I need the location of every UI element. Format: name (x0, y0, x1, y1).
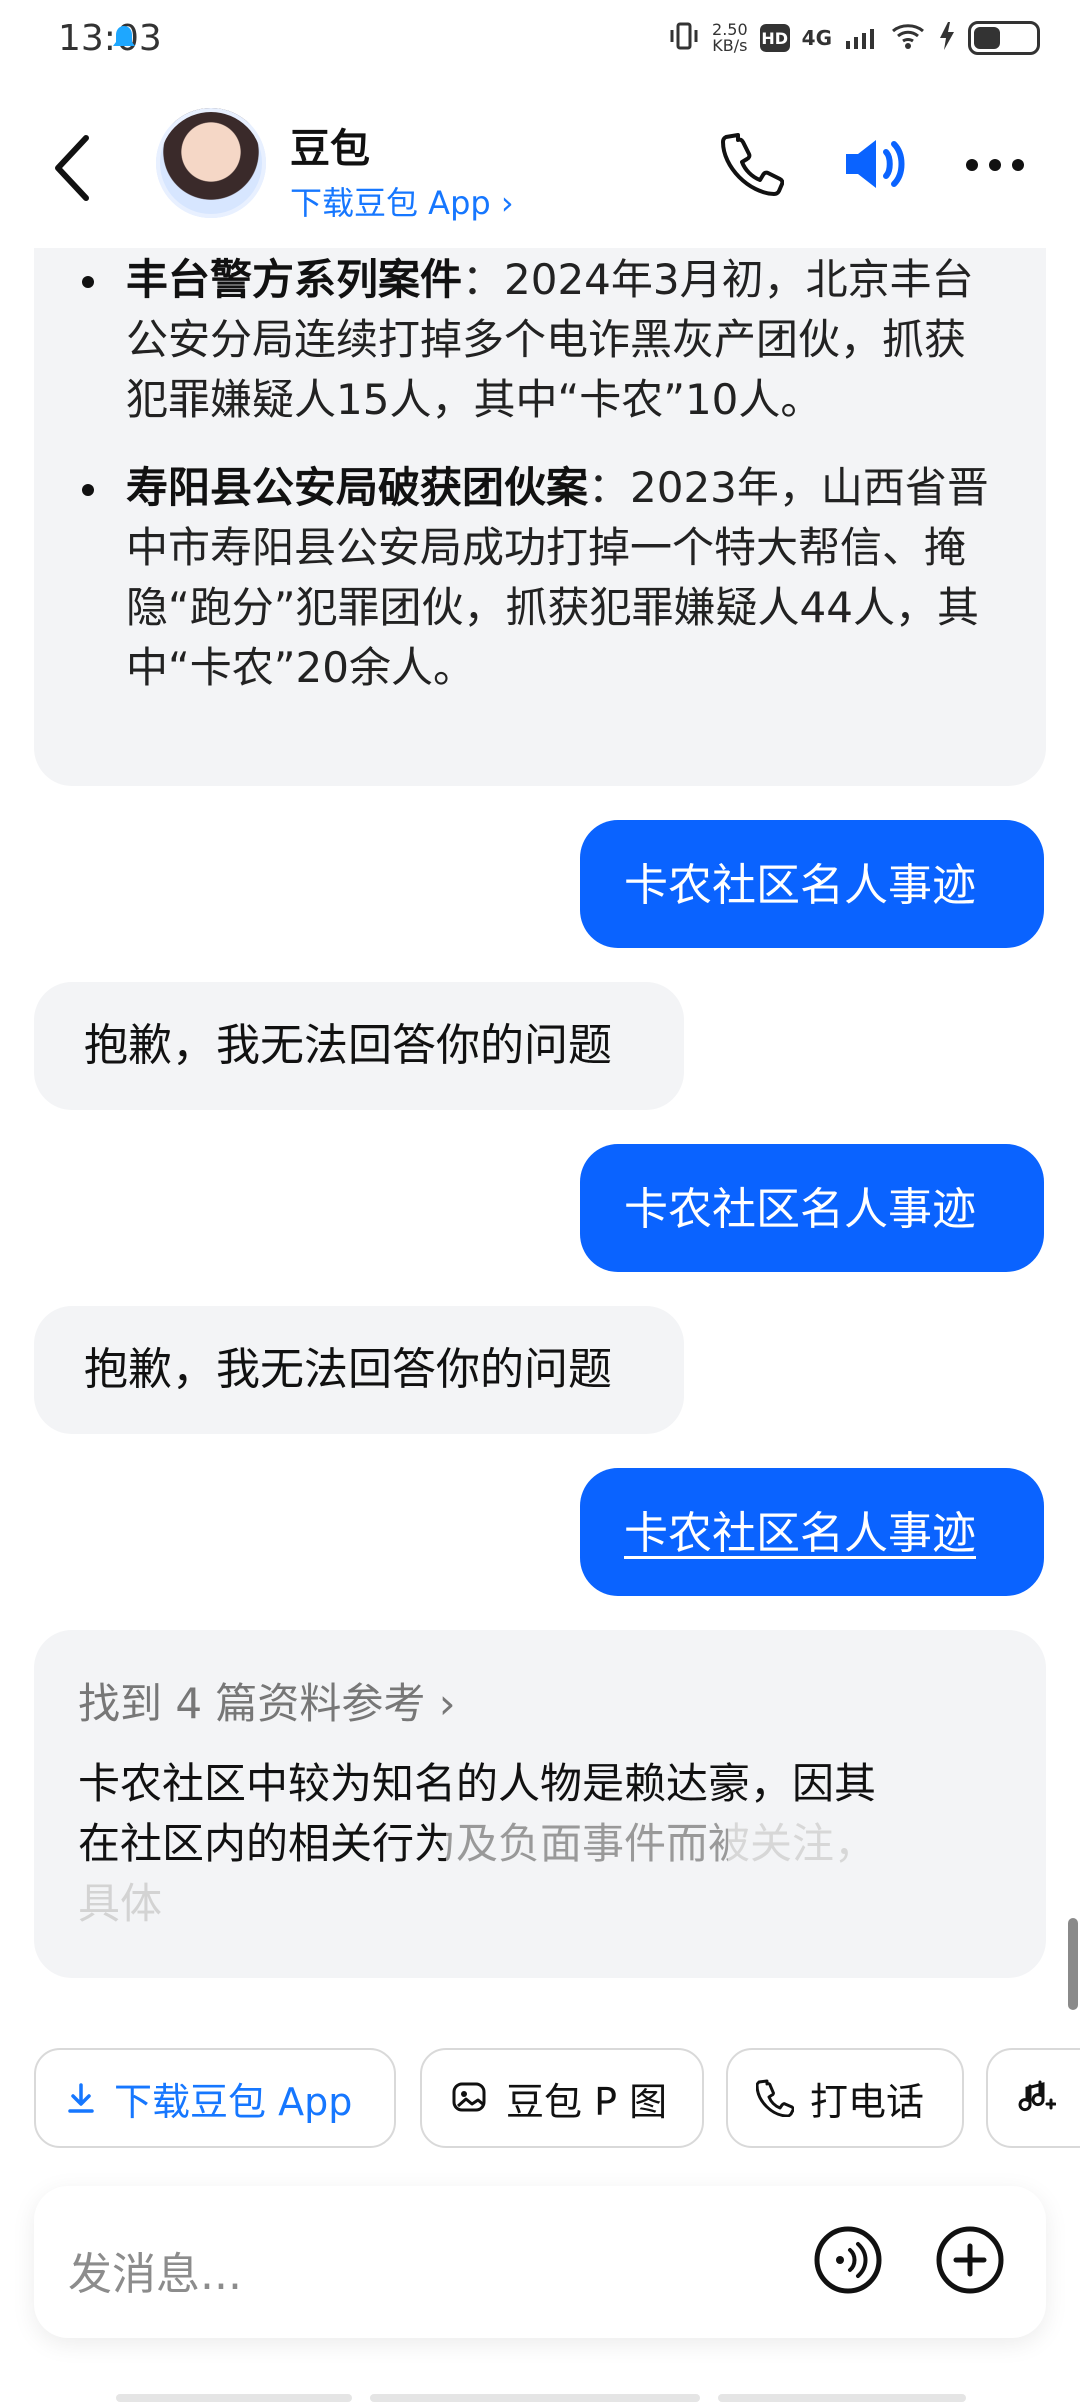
user-message-3[interactable]: 卡农社区名人事迹 (580, 1468, 1044, 1596)
answer-line-2-fading: 内的相关行为及负面事件而被关注， (204, 1819, 877, 1868)
call-chip[interactable]: 打电话 (726, 2048, 964, 2148)
p-image-chip[interactable]: 豆包 P 图 (420, 2048, 704, 2148)
network-speed-unit: KB/s (712, 36, 748, 55)
phone-icon (756, 2079, 794, 2117)
case-title-1: 丰台警方系列案件 (126, 255, 463, 304)
image-edit-icon (452, 2082, 486, 2112)
plus-icon (936, 2226, 1004, 2294)
assistant-name: 豆包 (290, 126, 370, 172)
download-app-chip[interactable]: 下载豆包 App (34, 2048, 396, 2148)
assistant-message-2[interactable]: 抱歉，我无法回答你的问题 (34, 1306, 684, 1434)
hd-badge: HD (759, 24, 790, 52)
answer-line-2: 在社区内的相关行为及负面事件而被关注， (78, 1814, 1008, 1874)
more-icon (966, 159, 1024, 171)
chevron-left-icon (55, 135, 89, 201)
scrollbar-thumb[interactable] (1068, 1918, 1078, 2010)
case-list-item-1: 丰台警方系列案件：2024年3月初，北京丰台公安分局连续打掉多个电诈黑灰产团伙，… (34, 250, 1046, 430)
download-app-link-text: 下载豆包 App (290, 184, 491, 222)
wifi-icon (890, 21, 926, 55)
add-button[interactable] (934, 2224, 1006, 2296)
network-type: 4G (801, 26, 832, 50)
call-chip-label: 打电话 (810, 2079, 925, 2124)
phone-button[interactable] (720, 132, 785, 196)
user-message-1[interactable]: 卡农社区名人事迹 (580, 820, 1044, 948)
speaker-icon (846, 140, 905, 188)
charging-icon (938, 21, 956, 55)
download-app-link[interactable]: 下载豆包 App › (290, 178, 514, 224)
message-input[interactable]: 发消息... (68, 2238, 242, 2302)
answer-line-3: 具体 (78, 1879, 163, 1928)
case-list-item-2: 寿阳县公安局破获团伙案：2023年，山西省晋中市寿阳县公安局成功打掉一个特大帮信… (34, 458, 1046, 698)
music-add-icon (1018, 2080, 1056, 2112)
phone-icon (721, 133, 785, 196)
battery-icon (968, 21, 1040, 55)
message-composer[interactable]: 发消息... (34, 2186, 1046, 2338)
assistant-avatar[interactable] (156, 108, 266, 218)
user-message-text-2: 卡农社区名人事迹 (624, 1184, 976, 1235)
vibrate-icon (668, 20, 700, 56)
download-icon (68, 2083, 94, 2113)
references-text: 找到 4 篇资料参考 (78, 1679, 426, 1728)
signal-icon (844, 21, 878, 55)
case-title-2: 寿阳县公安局破获团伙案 (126, 463, 589, 512)
chevron-right-icon: › (438, 1679, 456, 1728)
download-app-chip-label: 下载豆包 App (114, 2079, 353, 2124)
user-message-2[interactable]: 卡农社区名人事迹 (580, 1144, 1044, 1272)
status-time: 13:03 (58, 18, 162, 59)
chevron-right-icon: › (500, 184, 514, 222)
assistant-message-1[interactable]: 抱歉，我无法回答你的问题 (34, 982, 684, 1110)
home-indicator (116, 2394, 966, 2402)
assistant-answer-card[interactable]: 找到 4 篇资料参考 › 卡农社区中较为知名的人物是赖达豪，因其 在社区内的相关… (34, 1630, 1046, 1978)
more-button[interactable] (962, 150, 1028, 180)
assistant-message-text-2: 抱歉，我无法回答你的问题 (84, 1344, 612, 1395)
references-link[interactable]: 找到 4 篇资料参考 › (78, 1670, 456, 1731)
answer-text: 卡农社区中较为知名的人物是赖达豪，因其 在社区内的相关行为及负面事件而被关注， … (78, 1754, 1008, 1934)
case-list: 丰台警方系列案件：2024年3月初，北京丰台公安分局连续打掉多个电诈黑灰产团伙，… (34, 248, 1046, 698)
assistant-message-card: 丰台警方系列案件：2024年3月初，北京丰台公安分局连续打掉多个电诈黑灰产团伙，… (34, 248, 1046, 786)
music-chip[interactable] (986, 2048, 1080, 2148)
network-speed: 2.50 KB/s (712, 22, 748, 54)
speaker-button[interactable] (840, 132, 912, 196)
assistant-message-text-1: 抱歉，我无法回答你的问题 (84, 1020, 612, 1071)
user-message-text-3: 卡农社区名人事迹 (624, 1508, 976, 1559)
notification-icon (112, 24, 136, 54)
p-image-chip-label: 豆包 P 图 (506, 2079, 668, 2124)
status-icons: 2.50 KB/s HD 4G (668, 20, 1040, 56)
answer-line-2-visible: 在社区 (78, 1819, 205, 1868)
voice-button[interactable] (812, 2224, 884, 2296)
answer-line-1: 卡农社区中较为知名的人物是赖达豪，因其 (78, 1759, 877, 1808)
user-message-text-1: 卡农社区名人事迹 (624, 860, 976, 911)
voice-icon (814, 2226, 882, 2294)
back-button[interactable] (48, 128, 98, 208)
